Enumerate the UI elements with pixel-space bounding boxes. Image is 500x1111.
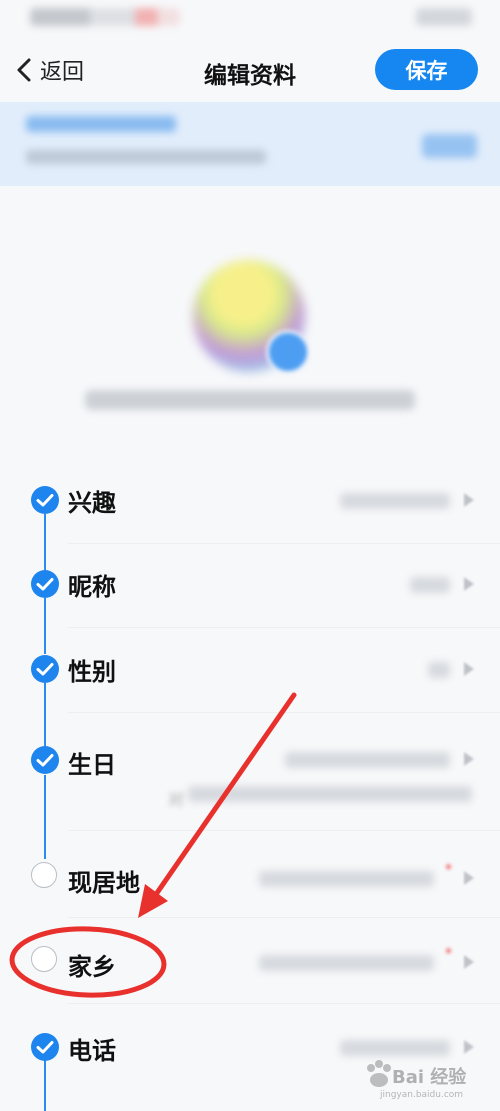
check-icon xyxy=(31,655,59,683)
header: 返回 编辑资料 保存 xyxy=(0,34,500,104)
chevron-right-icon xyxy=(464,871,474,885)
field-value xyxy=(410,577,450,593)
field-row-nickname[interactable]: 昵称 xyxy=(0,554,500,614)
avatar-tip xyxy=(85,390,415,410)
paw-icon xyxy=(367,1060,391,1087)
back-label: 返回 xyxy=(40,60,85,85)
field-row-hometown[interactable]: 家乡 * xyxy=(0,932,500,992)
empty-circle-icon xyxy=(31,946,57,972)
field-value xyxy=(285,752,450,768)
check-icon xyxy=(31,746,59,774)
divider xyxy=(68,543,500,544)
save-button[interactable]: 保存 xyxy=(375,49,478,90)
field-placeholder xyxy=(259,955,434,971)
empty-circle-icon xyxy=(31,862,57,888)
chevron-left-icon xyxy=(17,58,31,82)
field-label: 昵称 xyxy=(68,573,116,601)
status-bar-right xyxy=(416,8,472,26)
check-icon xyxy=(31,1033,59,1061)
field-label: 电话 xyxy=(68,1037,116,1065)
field-label: 生日 xyxy=(68,751,116,779)
divider xyxy=(68,1003,500,1004)
chevron-right-icon xyxy=(464,752,474,766)
field-label: 兴趣 xyxy=(68,489,116,517)
field-label: 性别 xyxy=(68,658,116,686)
field-placeholder xyxy=(259,871,434,887)
field-row-interests[interactable]: 兴趣 xyxy=(0,470,500,530)
chevron-right-icon xyxy=(464,577,474,591)
divider xyxy=(68,830,500,831)
chevron-right-icon xyxy=(464,1040,474,1054)
field-row-gender[interactable]: 性别 xyxy=(0,639,500,699)
field-value xyxy=(340,493,450,509)
chevron-right-icon xyxy=(464,662,474,676)
banner-title xyxy=(26,116,176,132)
status-bar xyxy=(0,0,500,34)
banner-percentage xyxy=(422,134,477,158)
chevron-right-icon xyxy=(464,493,474,507)
field-row-residence[interactable]: 现居地 * xyxy=(0,848,500,908)
camera-icon[interactable] xyxy=(266,330,310,374)
birthday-hint-text xyxy=(188,786,472,802)
field-value xyxy=(428,662,450,678)
check-icon xyxy=(31,570,59,598)
back-button[interactable]: 返回 xyxy=(14,54,84,86)
check-icon xyxy=(31,486,59,514)
watermark-url: jingyan.baidu.com xyxy=(380,1090,464,1100)
field-label: 家乡 xyxy=(68,953,116,981)
banner-subtitle xyxy=(26,150,266,164)
required-asterisk: * xyxy=(445,946,452,962)
required-asterisk: * xyxy=(445,862,452,878)
divider xyxy=(68,917,500,918)
chevron-right-icon xyxy=(464,955,474,969)
watermark-text: Bai 经验 xyxy=(392,1067,467,1088)
status-bar-left xyxy=(30,8,180,26)
field-value xyxy=(340,1040,450,1056)
field-label: 现居地 xyxy=(68,869,140,897)
divider xyxy=(68,627,500,628)
divider xyxy=(68,712,500,713)
